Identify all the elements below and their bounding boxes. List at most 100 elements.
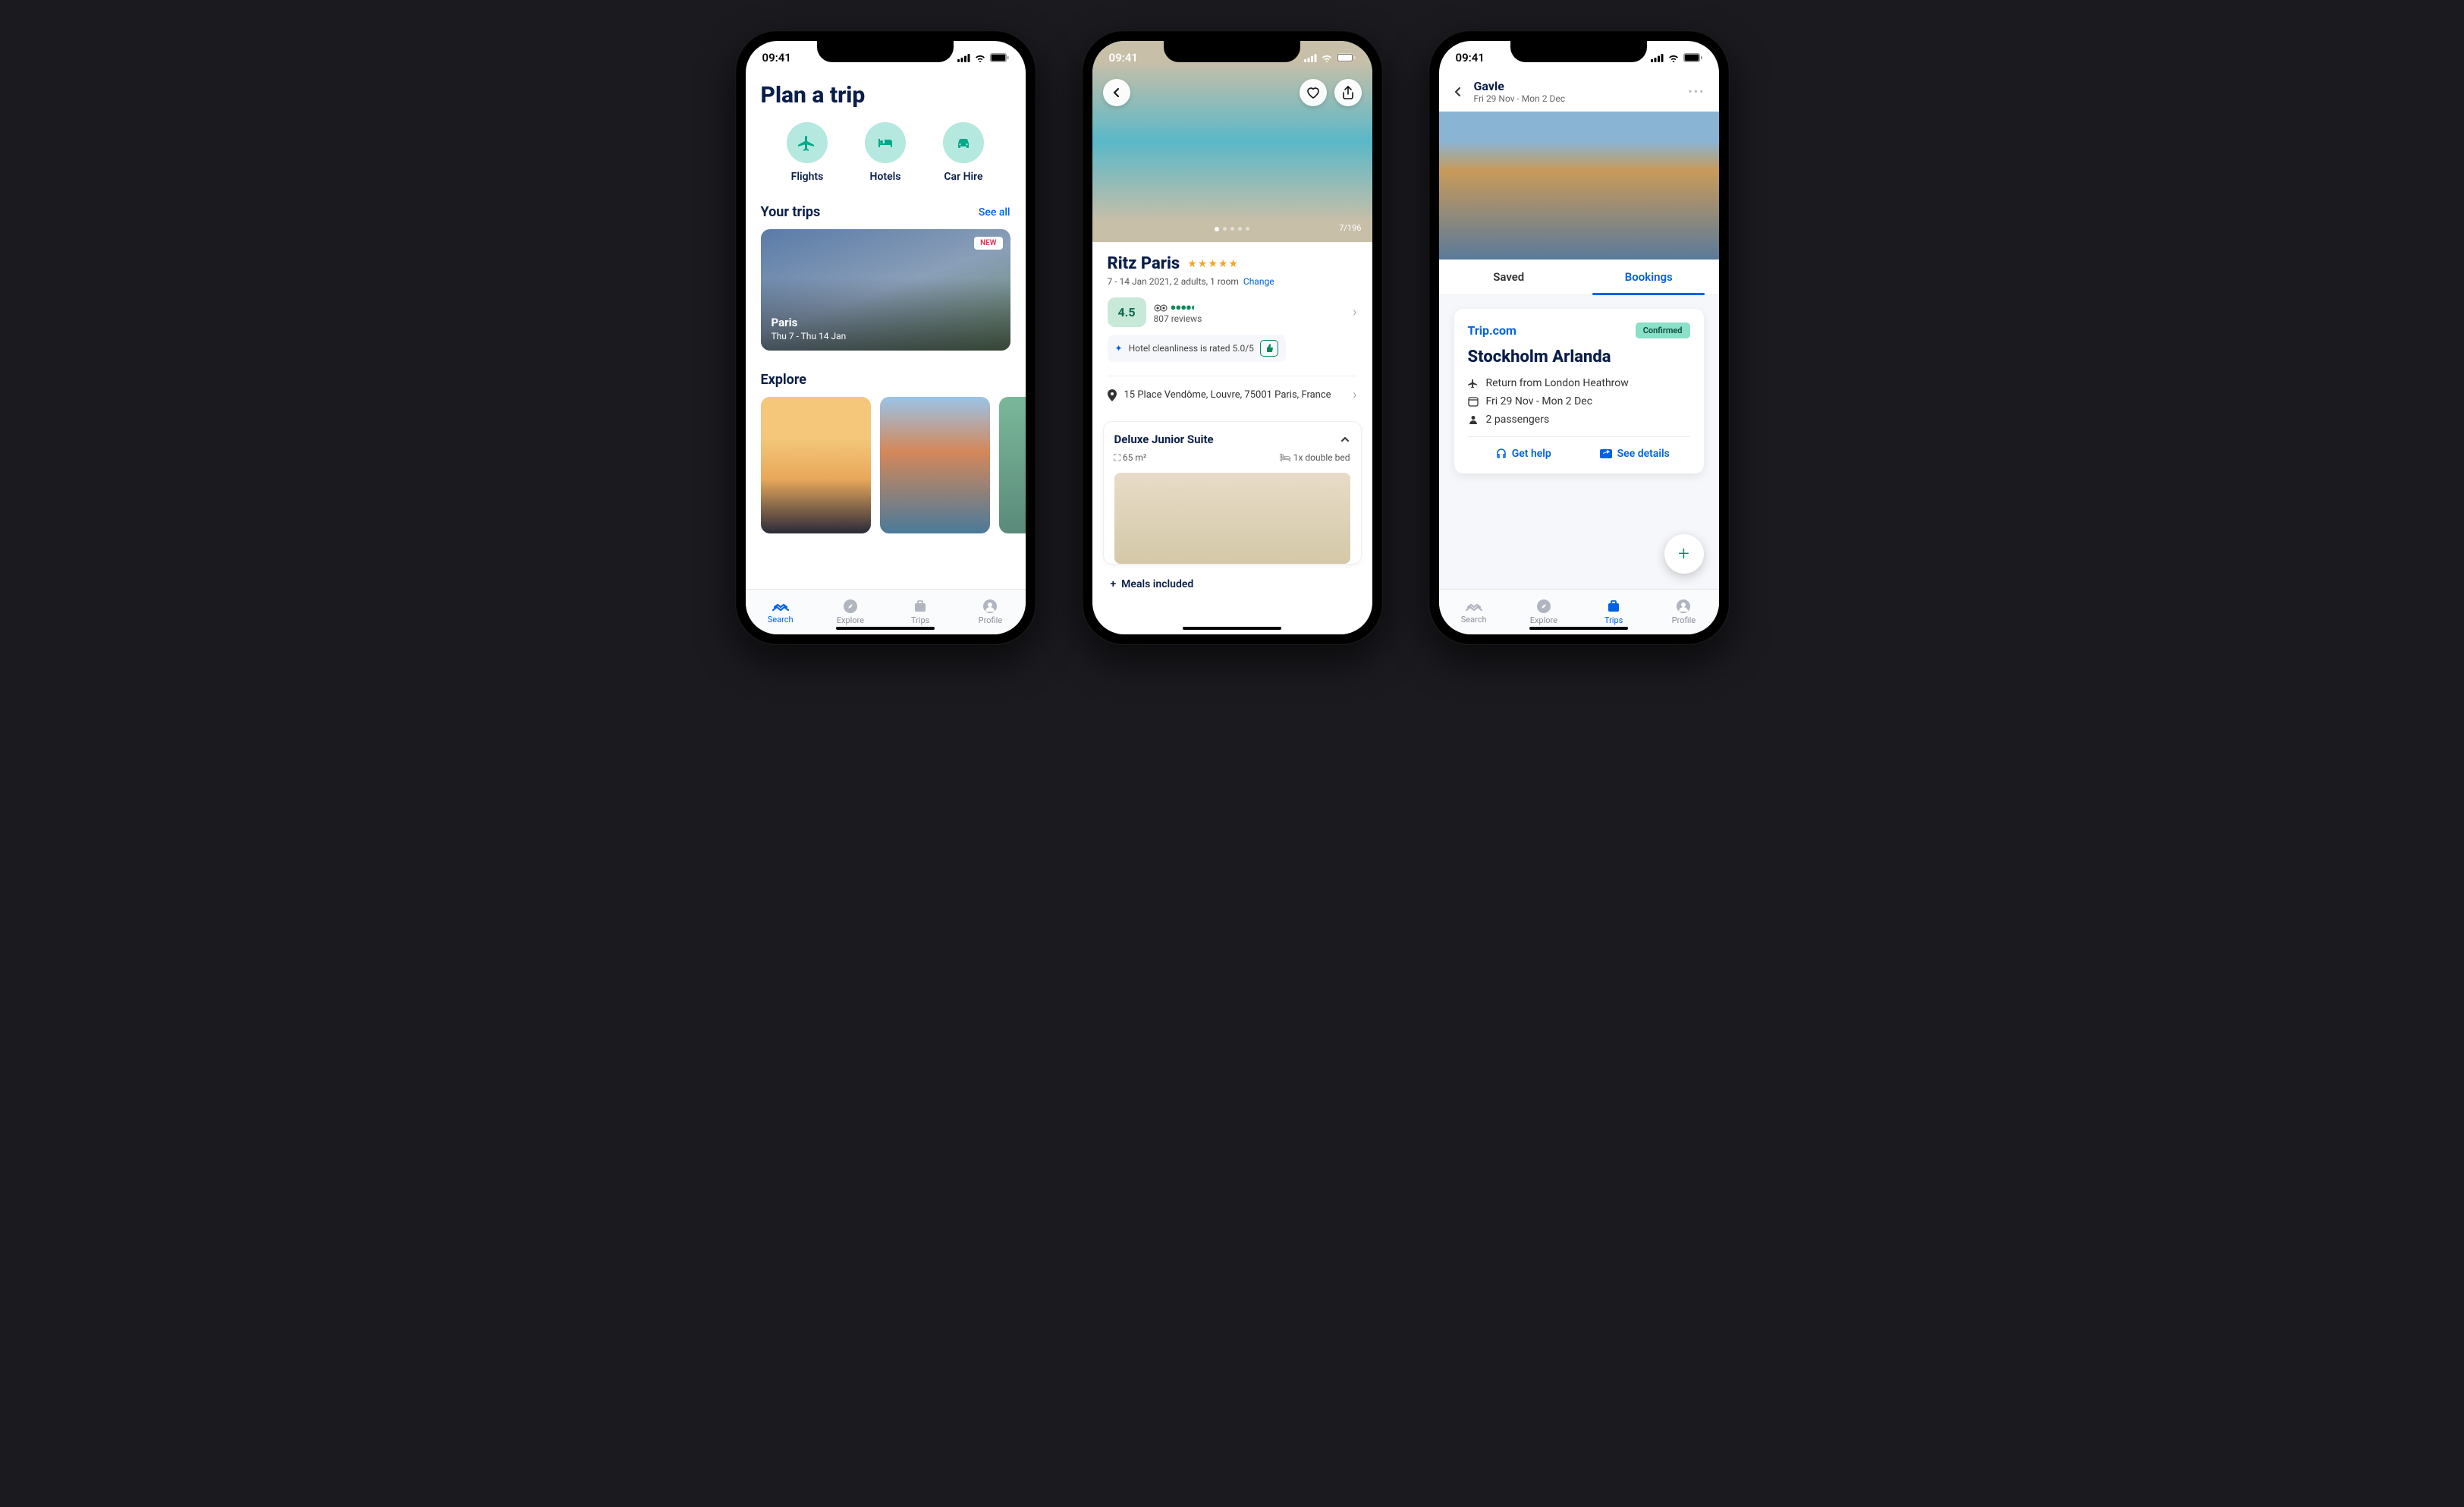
tab-label: Search xyxy=(1461,615,1487,625)
tab-label: Trips xyxy=(1604,615,1623,625)
tab-label: Explore xyxy=(1530,615,1557,625)
status-badge: Confirmed xyxy=(1636,322,1690,338)
status-time: 09:41 xyxy=(1456,51,1485,64)
share-button[interactable] xyxy=(1334,79,1362,106)
trip-info: Paris Thu 7 - Thu 14 Jan xyxy=(772,316,847,341)
tab-label: Explore xyxy=(837,615,864,625)
section-title: Explore xyxy=(761,372,806,388)
room-header[interactable]: Deluxe Junior Suite xyxy=(1114,433,1350,446)
booking-card[interactable]: Trip.com Confirmed Stockholm Arlanda Ret… xyxy=(1454,309,1704,473)
tab-search[interactable]: Search xyxy=(746,590,816,634)
hero-toolbar xyxy=(1103,79,1362,106)
tab-label: Profile xyxy=(979,615,1002,625)
category-hotels[interactable]: Hotels xyxy=(865,122,906,183)
back-button[interactable] xyxy=(1453,87,1463,97)
cleanliness-row: ✦ Hotel cleanliness is rated 5.0/5 xyxy=(1108,335,1286,362)
home-indicator[interactable] xyxy=(1529,627,1628,630)
segment-control: Saved Bookings xyxy=(1439,260,1719,295)
suitcase-icon xyxy=(1606,599,1621,614)
trip-dates: Thu 7 - Thu 14 Jan xyxy=(772,331,847,341)
status-indicators xyxy=(1651,53,1702,62)
address-text: 15 Place Vendôme, Louvre, 75001 Paris, F… xyxy=(1124,389,1346,401)
battery-icon xyxy=(1337,53,1356,62)
trip-header: Gavle Fri 29 Nov - Mon 2 Dec ••• xyxy=(1439,74,1719,112)
explore-card[interactable] xyxy=(880,397,990,533)
wifi-icon xyxy=(1667,54,1680,62)
your-trips-header: Your trips See all xyxy=(746,204,1026,229)
status-time: 09:41 xyxy=(1109,51,1138,64)
signal-icon xyxy=(1651,54,1664,62)
room-bed: 🛏 1x double bed xyxy=(1280,452,1350,464)
see-details-button[interactable]: See details xyxy=(1579,448,1690,460)
address-row[interactable]: 15 Place Vendôme, Louvre, 75001 Paris, F… xyxy=(1108,376,1357,414)
explore-card[interactable] xyxy=(761,397,871,533)
booking-actions: Get help See details xyxy=(1468,436,1690,460)
plane-icon xyxy=(1468,378,1479,389)
segment-bookings[interactable]: Bookings xyxy=(1579,260,1719,294)
category-flights[interactable]: Flights xyxy=(787,122,828,183)
plane-icon xyxy=(787,122,828,163)
add-fab[interactable]: + xyxy=(1664,534,1704,574)
compass-icon xyxy=(843,599,858,614)
trip-card-paris[interactable]: NEW Paris Thu 7 - Thu 14 Jan xyxy=(761,229,1010,351)
booking-return-line: Return from London Heathrow xyxy=(1468,377,1690,389)
explore-card[interactable] xyxy=(999,397,1026,533)
battery-icon xyxy=(1683,53,1702,62)
carousel-dots xyxy=(1215,227,1249,231)
cleanliness-text: Hotel cleanliness is rated 5.0/5 xyxy=(1129,343,1254,354)
phone-frame-3: 09:41 Gavle Fri 29 Nov - Mon 2 Dec ••• S… xyxy=(1428,30,1730,645)
user-icon xyxy=(1676,599,1691,614)
search-tab-icon xyxy=(772,599,789,613)
room-size: ⛶ 65 m² xyxy=(1114,452,1147,464)
change-link[interactable]: Change xyxy=(1243,276,1274,287)
meals-row[interactable]: + Meals included xyxy=(1092,565,1372,604)
trip-dates: Fri 29 Nov - Mon 2 Dec xyxy=(1474,93,1565,104)
booking-title: Stockholm Arlanda xyxy=(1468,348,1690,367)
new-badge: NEW xyxy=(974,237,1002,250)
see-all-link[interactable]: See all xyxy=(979,206,1010,219)
search-tab-icon xyxy=(1466,599,1482,613)
more-button[interactable]: ••• xyxy=(1688,84,1705,99)
category-label: Hotels xyxy=(870,171,901,183)
booking-dates-line: Fri 29 Nov - Mon 2 Dec xyxy=(1468,395,1690,407)
main-content: Plan a trip Flights Hotels xyxy=(746,74,1026,589)
suitcase-icon xyxy=(913,599,928,614)
bookings-body: Trip.com Confirmed Stockholm Arlanda Ret… xyxy=(1439,295,1719,589)
chevron-up-icon xyxy=(1340,434,1350,445)
tab-profile[interactable]: Profile xyxy=(1648,590,1718,634)
user-icon xyxy=(1468,414,1479,425)
room-image[interactable] xyxy=(1114,473,1350,564)
battery-icon xyxy=(990,53,1009,62)
category-carhire[interactable]: Car Hire xyxy=(943,122,984,183)
segment-saved[interactable]: Saved xyxy=(1439,260,1579,294)
back-button[interactable] xyxy=(1103,79,1130,106)
status-time: 09:41 xyxy=(762,51,791,64)
pin-icon xyxy=(1108,389,1117,401)
hotel-body: Ritz Paris ★★★★★ 7 - 14 Jan 2021, 2 adul… xyxy=(1092,242,1372,414)
explore-row[interactable] xyxy=(746,397,1026,533)
hotel-subtitle: 7 - 14 Jan 2021, 2 adults, 1 room Change xyxy=(1108,276,1357,287)
star-rating: ★★★★★ xyxy=(1187,258,1239,270)
status-indicators xyxy=(1304,53,1356,62)
calendar-icon xyxy=(1468,396,1479,407)
compass-icon xyxy=(1536,599,1551,614)
wifi-icon xyxy=(974,54,986,62)
home-indicator[interactable] xyxy=(1183,627,1281,630)
destination-image xyxy=(1439,112,1719,260)
phone-frame-2: 09:41 xyxy=(1082,30,1383,645)
score-badge: 4.5 xyxy=(1108,297,1146,327)
sparkle-icon: ✦ xyxy=(1115,343,1123,354)
get-help-button[interactable]: Get help xyxy=(1468,448,1579,460)
wifi-icon xyxy=(1321,54,1333,62)
car-icon xyxy=(943,122,984,163)
chevron-right-icon: › xyxy=(1353,304,1356,320)
home-indicator[interactable] xyxy=(836,627,935,630)
tab-profile[interactable]: Profile xyxy=(955,590,1025,634)
tab-search[interactable]: Search xyxy=(1439,590,1509,634)
user-icon xyxy=(982,599,998,614)
tab-label: Search xyxy=(768,615,794,625)
favorite-button[interactable] xyxy=(1300,79,1327,106)
thumbs-up-button[interactable] xyxy=(1260,340,1278,357)
rating-row[interactable]: 4.5 ●●●●◐ 807 reviews › xyxy=(1108,297,1357,327)
photo-counter: 7/196 xyxy=(1339,223,1361,233)
